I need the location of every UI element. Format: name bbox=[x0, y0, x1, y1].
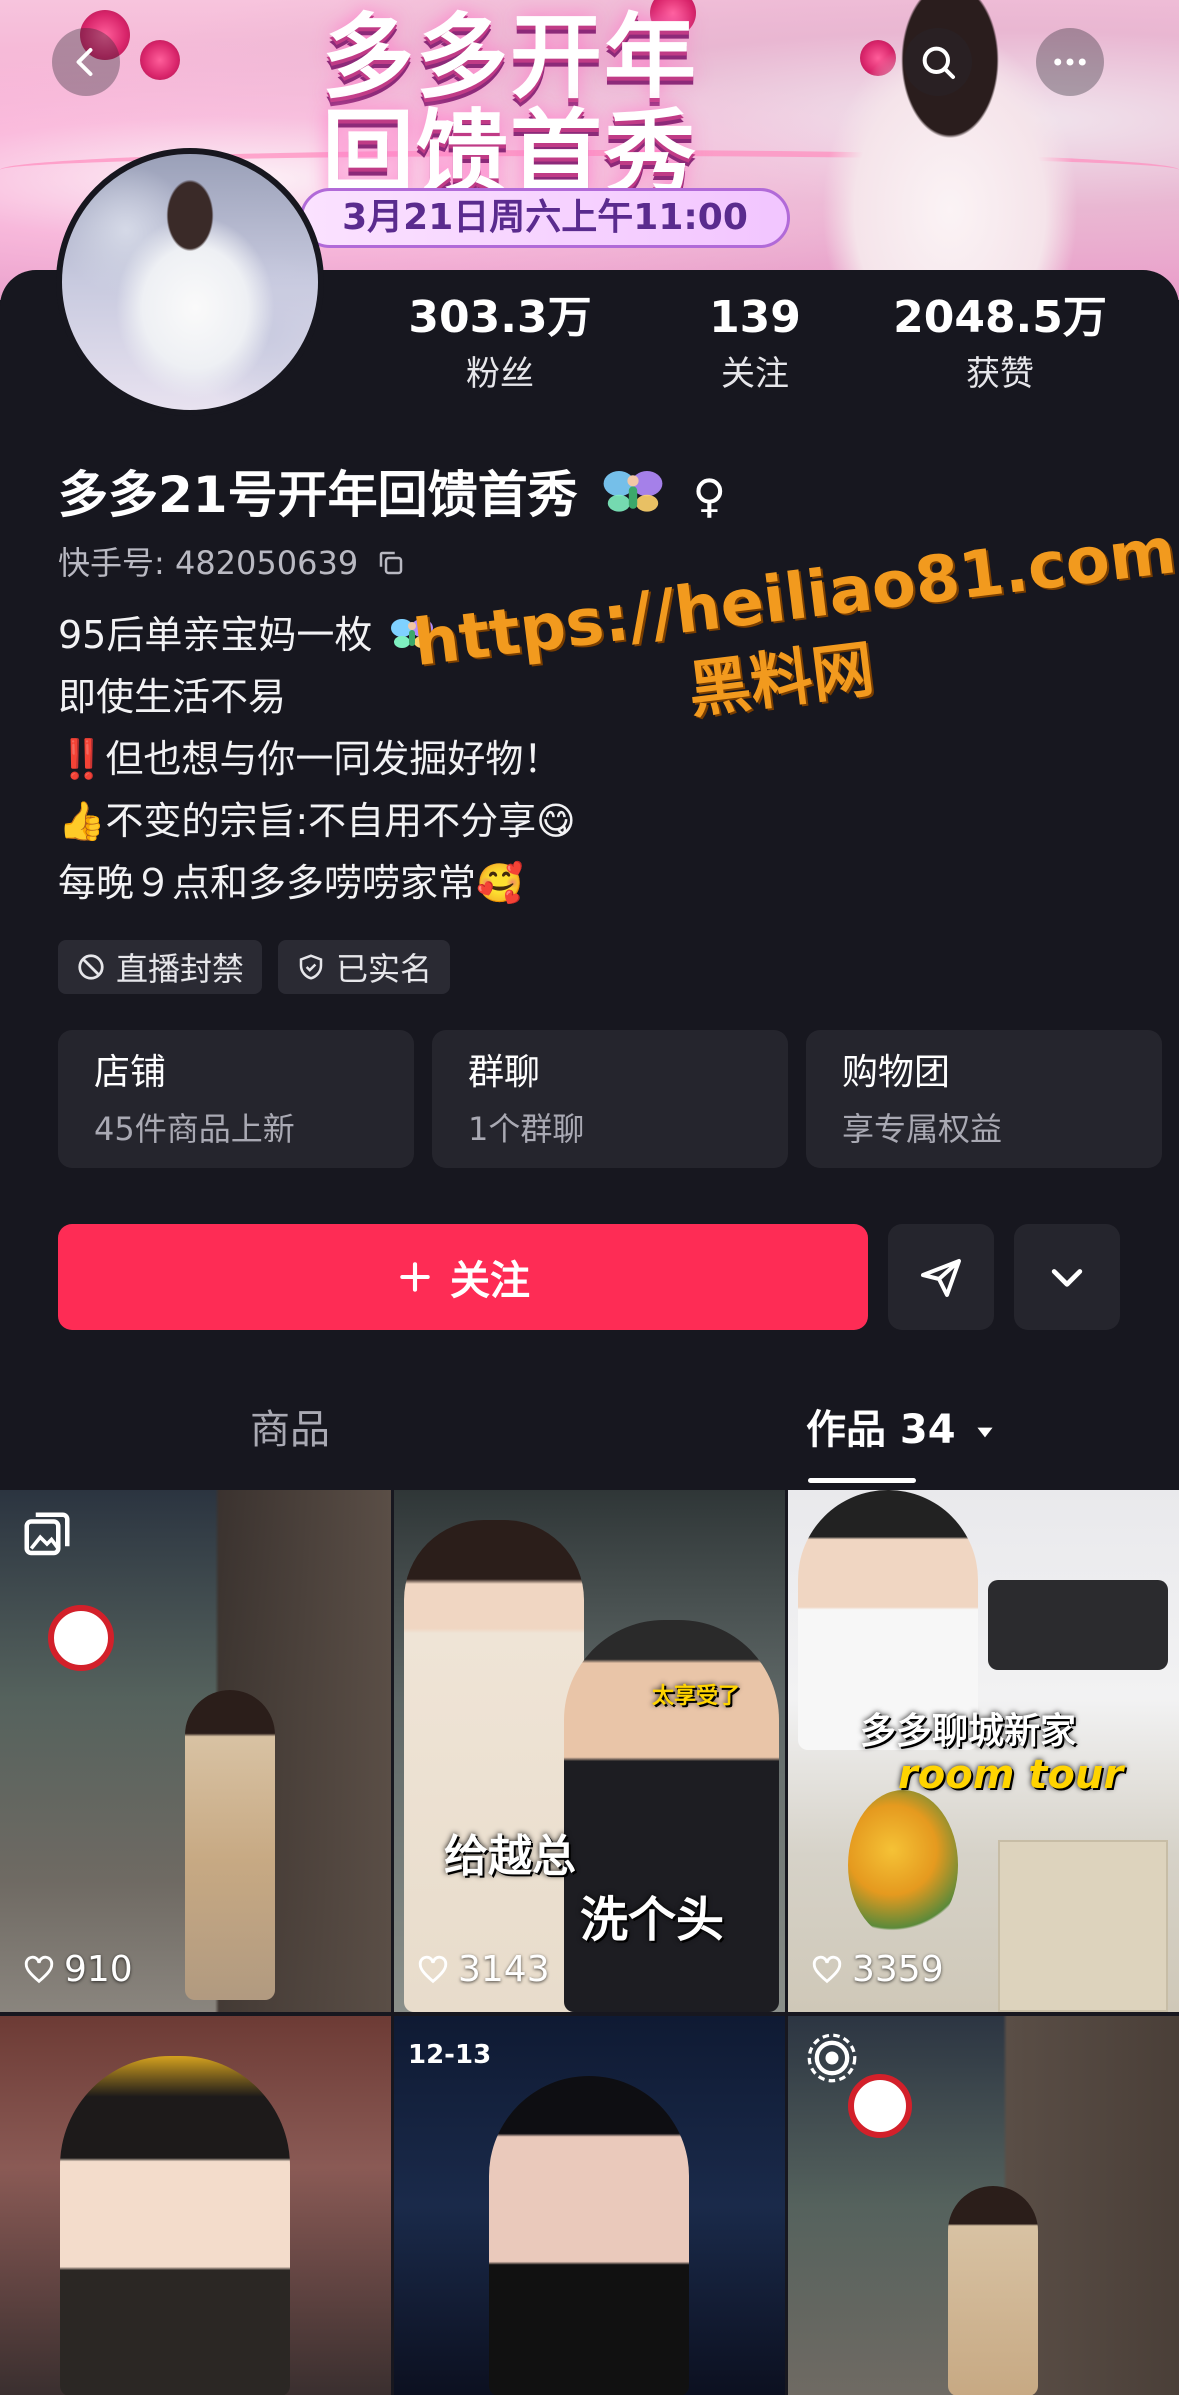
entry-shop[interactable]: 店铺 45件商品上新 bbox=[58, 1030, 414, 1168]
bio-line: 👍不变的宗旨:不自用不分享😋 bbox=[58, 799, 576, 843]
work-caption: 多多聊城新家 bbox=[860, 1711, 1077, 1752]
tag-live-banned[interactable]: 直播封禁 bbox=[58, 940, 263, 994]
flowers bbox=[848, 1790, 958, 1940]
work-caption: 太享受了 bbox=[652, 1684, 741, 1709]
user-id[interactable]: 快手号: 482050639 bbox=[58, 540, 406, 586]
expand-button[interactable] bbox=[1014, 1224, 1120, 1330]
gender-female-icon: ♀ bbox=[692, 469, 727, 523]
stat-value: 303.3万 bbox=[408, 292, 592, 343]
heart-icon bbox=[418, 1955, 448, 1983]
work-caption: 洗个头 bbox=[580, 1892, 725, 1948]
entry-title: 群聊 bbox=[468, 1052, 541, 1093]
work-likes: 910 bbox=[22, 1949, 133, 1990]
tab-products[interactable]: 商品 bbox=[250, 1380, 330, 1480]
bio-line: 95后单亲宝妈一枚 bbox=[58, 604, 1118, 666]
entry-subtitle: 享专属权益 bbox=[842, 1110, 1003, 1148]
fairy-emoji-icon bbox=[391, 619, 434, 648]
profile-bio: 95后单亲宝妈一枚 即使生活不易 ‼️但也想与你一同发掘好物！ 👍不变的宗旨:不… bbox=[58, 604, 1118, 914]
content-tabs: 商品 作品 34 bbox=[0, 1380, 1179, 1480]
work-item[interactable]: 太享受了 给越总 洗个头 3143 bbox=[394, 1490, 785, 2012]
chevron-down-icon bbox=[1051, 1269, 1083, 1287]
live-icon bbox=[807, 2033, 857, 2083]
tab-works-label: 作品 34 bbox=[806, 1407, 956, 1453]
woman-figure bbox=[404, 1520, 584, 2012]
work-item[interactable] bbox=[0, 2016, 391, 2395]
shield-check-icon bbox=[299, 954, 323, 980]
work-item[interactable]: 12-13 bbox=[394, 2016, 785, 2395]
work-caption: 12-13 bbox=[408, 2040, 492, 2070]
send-icon bbox=[921, 1259, 961, 1297]
stat-label: 关注 bbox=[721, 354, 789, 394]
bio-line: ‼️但也想与你一同发掘好物！ bbox=[58, 737, 562, 781]
more-horizontal-icon bbox=[1054, 58, 1086, 66]
stat-label: 获赞 bbox=[966, 354, 1034, 394]
ban-icon bbox=[78, 954, 104, 980]
entry-title: 店铺 bbox=[94, 1052, 167, 1093]
bio-line: 每晚９点和多多唠唠家常🥰 bbox=[58, 861, 524, 905]
search-icon bbox=[922, 46, 955, 79]
follow-label: 关注 bbox=[450, 1258, 530, 1304]
stat-value: 2048.5万 bbox=[893, 292, 1107, 343]
fairy-emoji-icon bbox=[603, 471, 663, 512]
heart-icon bbox=[812, 1955, 842, 1983]
work-caption: room tour bbox=[898, 1752, 1124, 1798]
tab-works[interactable]: 作品 34 bbox=[806, 1380, 998, 1480]
work-item[interactable] bbox=[788, 2016, 1179, 2395]
rose-decoration bbox=[140, 40, 180, 80]
work-item[interactable]: 多多聊城新家 room tour 3359 bbox=[788, 1490, 1179, 2012]
follow-button[interactable]: 关注 bbox=[58, 1224, 868, 1330]
stat-followers[interactable]: 303.3万 粉丝 bbox=[370, 290, 630, 398]
no-right-turn-sign-icon bbox=[848, 2074, 912, 2138]
caret-down-icon bbox=[976, 1427, 993, 1438]
stat-likes[interactable]: 2048.5万 获赞 bbox=[870, 290, 1130, 398]
bio-line: 即使生活不易 bbox=[58, 675, 287, 719]
gallery-icon bbox=[24, 1512, 70, 1556]
woman-figure bbox=[489, 2076, 689, 2395]
entry-shopping-group[interactable]: 购物团 享专属权益 bbox=[806, 1030, 1162, 1168]
profile-tags: 直播封禁 已实名 bbox=[58, 940, 451, 996]
tag-label: 直播封禁 bbox=[116, 950, 245, 988]
profile-stats: 303.3万 粉丝 139 关注 2048.5万 获赞 bbox=[380, 290, 1160, 410]
stat-label: 粉丝 bbox=[466, 354, 534, 394]
more-button[interactable] bbox=[1036, 28, 1104, 96]
profile-entries: 店铺 45件商品上新 群聊 1个群聊 购物团 享专属权益 bbox=[58, 1030, 1164, 1168]
work-caption: 给越总 bbox=[444, 1831, 576, 1882]
woman-figure bbox=[60, 2056, 290, 2395]
entry-title: 购物团 bbox=[842, 1052, 951, 1093]
banner-title: 多多开年 回馈首秀 bbox=[321, 4, 698, 207]
share-button[interactable] bbox=[888, 1224, 994, 1330]
work-likes: 3143 bbox=[416, 1949, 550, 1990]
profile-name: 多多21号开年回馈首秀 ♀ bbox=[58, 462, 726, 529]
copy-icon[interactable] bbox=[376, 548, 406, 578]
search-button[interactable] bbox=[904, 28, 972, 96]
plus-icon bbox=[400, 1262, 430, 1292]
banner-date: 3月21日周六上午11:00 bbox=[300, 188, 790, 248]
no-right-turn-sign-icon bbox=[48, 1605, 114, 1671]
avatar[interactable] bbox=[56, 148, 324, 416]
person-figure bbox=[185, 1690, 275, 2000]
tab-underline bbox=[808, 1478, 916, 1483]
person-figure bbox=[948, 2186, 1038, 2395]
entry-subtitle: 45件商品上新 bbox=[94, 1110, 295, 1148]
works-grid: 910 太享受了 给越总 洗个头 3143 多多聊城新家 room tour 3… bbox=[0, 1490, 1179, 2395]
stat-value: 139 bbox=[709, 292, 801, 343]
work-likes: 3359 bbox=[810, 1949, 944, 1990]
back-button[interactable] bbox=[52, 28, 120, 96]
work-item[interactable]: 910 bbox=[0, 1490, 391, 2012]
entry-group-chat[interactable]: 群聊 1个群聊 bbox=[432, 1030, 788, 1168]
entry-subtitle: 1个群聊 bbox=[468, 1110, 585, 1148]
stat-following[interactable]: 139 关注 bbox=[625, 290, 885, 398]
heart-icon bbox=[24, 1955, 54, 1983]
user-id-text: 快手号: 482050639 bbox=[58, 544, 359, 582]
profile-name-text: 多多21号开年回馈首秀 bbox=[58, 466, 578, 524]
chevron-left-icon bbox=[76, 48, 93, 76]
tag-verified[interactable]: 已实名 bbox=[278, 940, 451, 994]
tag-label: 已实名 bbox=[336, 950, 433, 988]
sofa bbox=[988, 1580, 1168, 1670]
cabinet bbox=[998, 1840, 1168, 2012]
